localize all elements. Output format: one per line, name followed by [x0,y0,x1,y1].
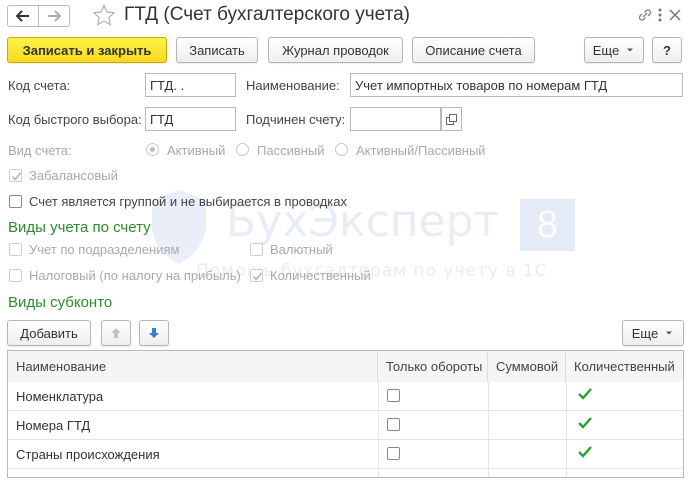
off-balance-checkbox[interactable] [9,169,22,182]
table-row[interactable]: Номенклатура [8,382,683,411]
open-window-icon [446,113,457,125]
journal-button[interactable]: Журнал проводок [268,37,403,63]
move-down-button[interactable] [139,320,169,346]
more-button[interactable]: Еще [584,37,644,63]
tax-checkbox[interactable] [9,269,22,282]
move-up-button[interactable] [101,320,131,346]
checkmark-icon [252,272,263,281]
off-balance-label: Забалансовый [29,168,118,183]
account-name-field[interactable]: Учет импортных товаров по номерам ГТД [350,73,683,97]
quick-code-label: Код быстрого выбора: [8,112,142,127]
subconto-more-label: Еще [631,325,659,341]
currency-checkbox[interactable] [250,243,263,256]
checkmark-icon [11,172,22,181]
green-check-icon [578,417,592,429]
radio-active-passive-label: Активный/Пассивный [356,143,486,158]
row-name-cell: Страны происхождения [16,447,160,462]
more-label: Еще [592,42,620,58]
table-row[interactable]: Номера ГТД [8,411,683,440]
currency-label: Валютный [270,242,333,257]
account-code-field[interactable]: ГТД. . [145,73,236,97]
radio-passive-label: Пассивный [257,143,325,158]
by-division-checkbox[interactable] [9,243,22,256]
more-vertical-icon[interactable] [656,6,664,24]
by-division-label: Учет по подразделениям [29,242,180,257]
arrow-up-icon [111,328,121,338]
table-header: Наименование Только обороты Суммовой Кол… [8,351,683,382]
add-button[interactable]: Добавить [7,320,91,346]
green-check-icon [578,446,592,458]
window-title: ГТД (Счет бухгалтерского учета) [124,4,410,25]
group-checkbox[interactable] [9,195,22,208]
subconto-title: Виды субконто [8,294,113,311]
table-row[interactable]: Страны происхождения [8,440,683,469]
accounting-kinds-title: Виды учета по счету [8,219,151,236]
subconto-table: Наименование Только обороты Суммовой Кол… [7,350,684,478]
turnover-only-checkbox[interactable] [387,447,400,460]
column-name-header[interactable]: Наименование [8,351,378,382]
forward-button[interactable] [38,5,70,27]
radio-passive[interactable] [236,143,249,156]
watermark-tagline: Помощь бухгалтерам по учету в 1С [196,261,548,281]
favorite-star-icon[interactable] [92,4,116,26]
chevron-down-icon [627,48,634,52]
turnover-only-checkbox[interactable] [387,418,400,431]
account-description-button[interactable]: Описание счета [412,37,535,63]
arrow-down-icon [149,328,159,338]
radio-active-label: Активный [167,143,226,158]
chevron-down-icon [666,331,673,335]
column-quantity-header[interactable]: Количественный [566,351,683,382]
save-button[interactable]: Записать [176,37,258,63]
arrow-left-icon [16,10,29,22]
link-icon[interactable] [636,6,654,24]
back-button[interactable] [7,5,39,27]
save-and-close-button[interactable]: Записать и закрыть [7,37,167,63]
row-name-cell: Номера ГТД [16,418,91,433]
parent-account-field[interactable] [350,107,441,131]
account-code-label: Код счета: [8,78,71,93]
account-type-label: Вид счета: [8,143,72,158]
watermark-number: 8 [520,199,575,251]
radio-active[interactable] [146,143,159,156]
subconto-more-button[interactable]: Еще [622,320,684,346]
group-label: Счет является группой и не выбирается в … [29,194,347,209]
parent-account-open-button[interactable] [441,107,462,131]
quantity-checkbox[interactable] [250,269,263,282]
quantity-label: Количественный [270,268,371,283]
quick-code-field[interactable]: ГТД [145,107,236,131]
arrow-right-icon [48,10,61,22]
help-button[interactable]: ? [652,37,682,63]
green-check-icon [578,388,592,400]
column-sum-header[interactable]: Суммовой [488,351,566,382]
radio-active-passive[interactable] [335,143,348,156]
parent-account-label: Подчинен счету: [246,112,346,127]
close-icon[interactable] [669,9,681,21]
column-turnover-header[interactable]: Только обороты [378,351,488,382]
tax-label: Налоговый (по налогу на прибыль) [29,268,241,283]
account-name-label: Наименование: [246,78,340,93]
turnover-only-checkbox[interactable] [387,389,400,402]
row-name-cell: Номенклатура [16,389,104,404]
